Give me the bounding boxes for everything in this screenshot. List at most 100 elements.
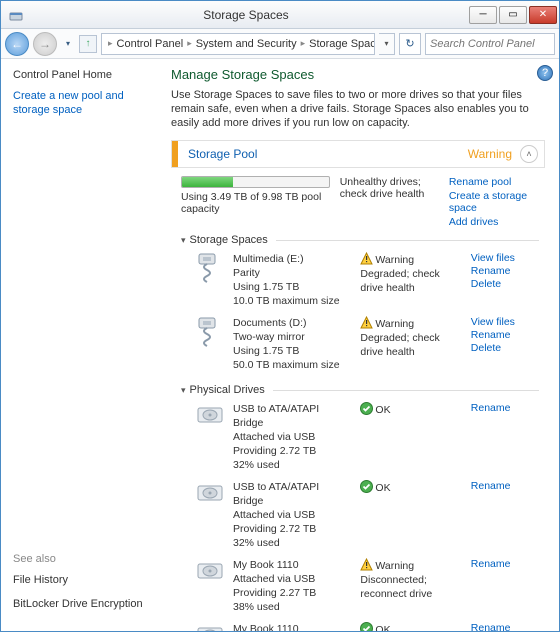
chevron-down-icon: ▾ xyxy=(181,235,186,246)
breadcrumb-dropdown[interactable]: ▾ xyxy=(379,33,395,55)
page-description: Use Storage Spaces to save files to two … xyxy=(171,88,545,130)
drive-used: 38% used xyxy=(233,600,352,614)
main-content: ? Manage Storage Spaces Use Storage Spac… xyxy=(171,59,559,631)
drive-attach: Attached via USB xyxy=(233,430,352,444)
rename-link[interactable]: Rename xyxy=(471,558,539,570)
rename-link[interactable]: Rename xyxy=(471,265,539,277)
status-label: Warning xyxy=(375,318,414,330)
warning-icon xyxy=(360,316,373,329)
space-max: 50.0 TB maximum size xyxy=(233,358,352,372)
drive-providing: Providing 2.72 TB xyxy=(233,522,352,536)
help-icon[interactable]: ? xyxy=(537,65,553,81)
drive-name: My Book 1110 xyxy=(233,622,352,631)
rename-link[interactable]: Rename xyxy=(471,622,539,631)
close-button[interactable]: ✕ xyxy=(529,6,557,24)
page-title: Manage Storage Spaces xyxy=(171,67,545,82)
app-icon xyxy=(7,6,25,24)
sidebar-home-link[interactable]: Control Panel Home xyxy=(13,69,159,81)
status-label: OK xyxy=(375,482,390,494)
sidebar: Control Panel Home Create a new pool and… xyxy=(1,59,171,631)
rename-link[interactable]: Rename xyxy=(471,329,539,341)
create-space-link[interactable]: Create a storage space xyxy=(449,190,539,214)
delete-link[interactable]: Delete xyxy=(471,278,539,290)
capacity-text: Using 3.49 TB of 9.98 TB pool capacity xyxy=(181,191,330,215)
space-max: 10.0 TB maximum size xyxy=(233,294,352,308)
pool-name: Storage Pool xyxy=(178,147,257,161)
status-label: Warning xyxy=(375,254,414,266)
up-button[interactable]: ↑ xyxy=(79,35,97,53)
drive-icon xyxy=(195,402,225,472)
nav-toolbar: ← → ▾ ↑ ▸ Control Panel ▸ System and Sec… xyxy=(1,29,559,59)
view-files-link[interactable]: View files xyxy=(471,252,539,264)
search-input[interactable] xyxy=(425,33,555,55)
drive-icon xyxy=(195,558,225,614)
drive-attach: Attached via USB xyxy=(233,508,352,522)
sidebar-bitlocker-link[interactable]: BitLocker Drive Encryption xyxy=(13,597,159,611)
pool-header: Storage Pool Warning ˄ xyxy=(171,140,545,168)
section-label: Storage Spaces xyxy=(190,234,268,246)
status-label: Warning xyxy=(375,560,414,572)
back-button[interactable]: ← xyxy=(5,32,29,56)
maximize-button[interactable]: ▭ xyxy=(499,6,527,24)
view-files-link[interactable]: View files xyxy=(471,316,539,328)
rename-link[interactable]: Rename xyxy=(471,402,539,414)
status-label: OK xyxy=(375,624,390,631)
ok-icon xyxy=(360,480,373,493)
storage-space-icon xyxy=(195,316,225,372)
space-name: Documents (D:) xyxy=(233,316,352,330)
drive-providing: Providing 2.27 TB xyxy=(233,586,352,600)
breadcrumb-seg-1[interactable]: Control Panel xyxy=(115,38,186,50)
forward-button[interactable]: → xyxy=(33,32,57,56)
chevron-right-icon: ▸ xyxy=(185,38,194,49)
ok-icon xyxy=(360,402,373,415)
breadcrumb[interactable]: ▸ Control Panel ▸ System and Security ▸ … xyxy=(101,33,375,55)
drive-used: 32% used xyxy=(233,536,352,550)
section-header-spaces[interactable]: ▾ Storage Spaces xyxy=(181,234,539,246)
drive-name: USB to ATA/ATAPI Bridge xyxy=(233,480,352,508)
status-detail: Disconnected; reconnect drive xyxy=(360,573,462,601)
window-titlebar: Storage Spaces ─ ▭ ✕ xyxy=(1,1,559,29)
pool-health-text: Unhealthy drives; check drive health xyxy=(340,176,439,228)
drive-name: My Book 1110 xyxy=(233,558,352,572)
space-type: Parity xyxy=(233,266,352,280)
status-detail: Degraded; check drive health xyxy=(360,267,462,295)
space-using: Using 1.75 TB xyxy=(233,280,352,294)
storage-space-item: Multimedia (E:)ParityUsing 1.75 TB10.0 T… xyxy=(181,250,539,314)
collapse-toggle[interactable]: ˄ xyxy=(520,145,538,163)
section-label: Physical Drives xyxy=(190,384,265,396)
storage-space-item: Documents (D:)Two-way mirrorUsing 1.75 T… xyxy=(181,314,539,378)
drive-name: USB to ATA/ATAPI Bridge xyxy=(233,402,352,430)
warning-icon xyxy=(360,558,373,571)
drive-attach: Attached via USB xyxy=(233,572,352,586)
pool-status: Warning xyxy=(468,147,512,161)
drive-used: 32% used xyxy=(233,458,352,472)
rename-link[interactable]: Rename xyxy=(471,480,539,492)
chevron-right-icon: ▸ xyxy=(106,38,115,49)
add-drives-link[interactable]: Add drives xyxy=(449,216,539,228)
physical-drive-item: USB to ATA/ATAPI BridgeAttached via USBP… xyxy=(181,400,539,478)
space-type: Two-way mirror xyxy=(233,330,352,344)
history-dropdown[interactable]: ▾ xyxy=(61,34,75,54)
status-label: OK xyxy=(375,404,390,416)
warning-icon xyxy=(360,252,373,265)
sidebar-create-pool-link[interactable]: Create a new pool and storage space xyxy=(13,89,159,117)
capacity-bar-fill xyxy=(182,177,233,187)
refresh-button[interactable]: ↻ xyxy=(399,33,421,55)
sidebar-file-history-link[interactable]: File History xyxy=(13,573,159,587)
status-detail: Degraded; check drive health xyxy=(360,331,462,359)
breadcrumb-seg-3[interactable]: Storage Spaces xyxy=(307,38,375,50)
physical-drive-item: My Book 1110Attached via USBProviding 2.… xyxy=(181,620,539,631)
space-name: Multimedia (E:) xyxy=(233,252,352,266)
window-title: Storage Spaces xyxy=(25,8,467,22)
chevron-right-icon: ▸ xyxy=(299,38,308,49)
chevron-down-icon: ▾ xyxy=(181,385,186,396)
storage-space-icon xyxy=(195,252,225,308)
see-also-label: See also xyxy=(13,553,159,565)
section-header-drives[interactable]: ▾ Physical Drives xyxy=(181,384,539,396)
minimize-button[interactable]: ─ xyxy=(469,6,497,24)
breadcrumb-seg-2[interactable]: System and Security xyxy=(194,38,299,50)
drive-icon xyxy=(195,622,225,631)
delete-link[interactable]: Delete xyxy=(471,342,539,354)
physical-drive-item: USB to ATA/ATAPI BridgeAttached via USBP… xyxy=(181,478,539,556)
rename-pool-link[interactable]: Rename pool xyxy=(449,176,539,188)
